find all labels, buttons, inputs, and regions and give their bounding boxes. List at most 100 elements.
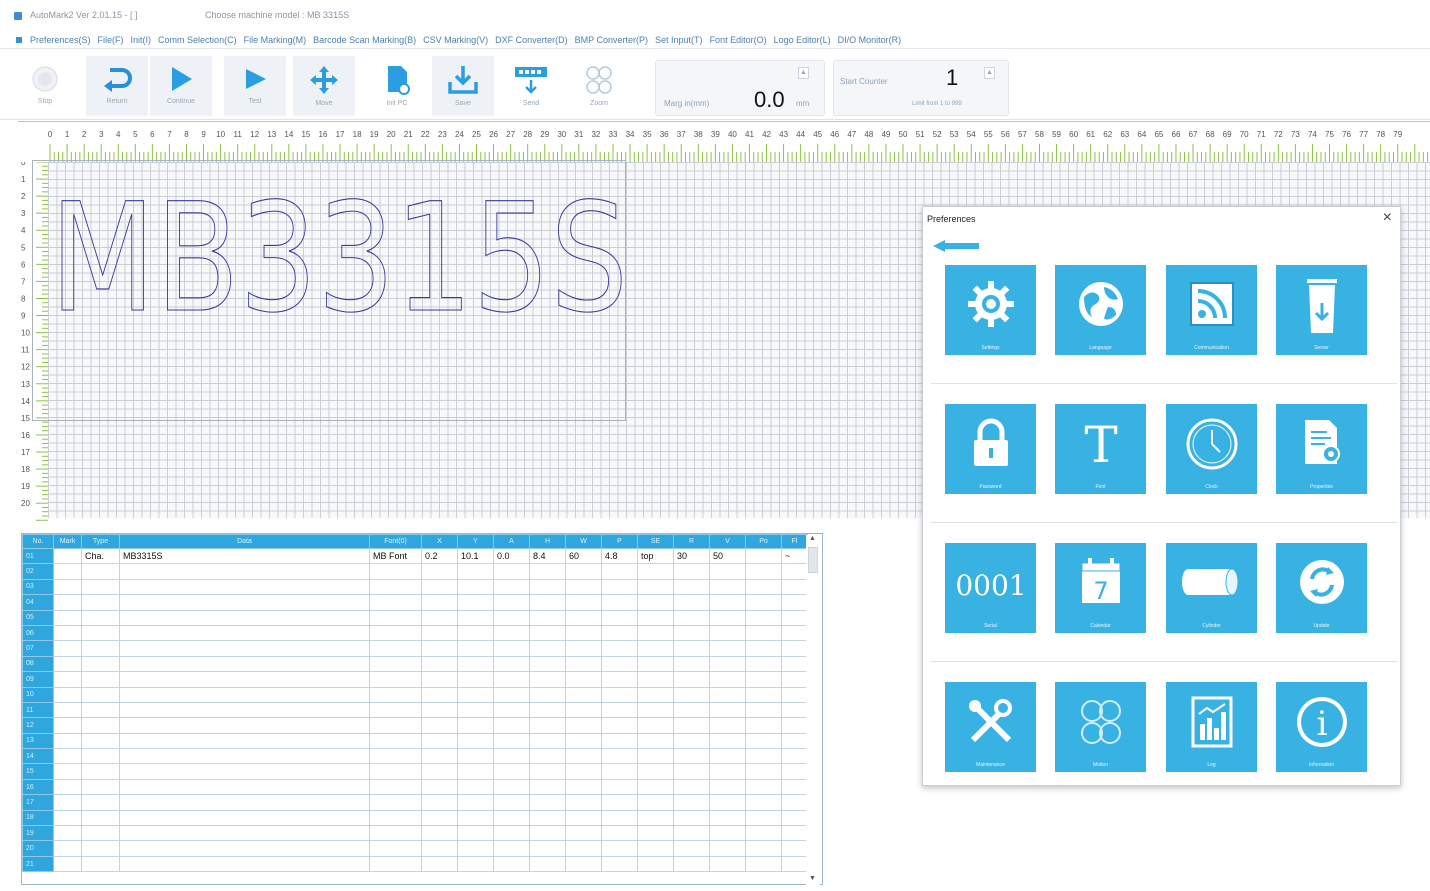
table-cell[interactable] — [493, 825, 530, 842]
table-cell[interactable] — [637, 701, 674, 719]
table-row[interactable]: 01 Cha. MB3315S MB Font 0.2 10.1 0.0 8.4 60 4.8 to… — [22, 547, 808, 565]
column-header[interactable]: SE — [637, 534, 674, 549]
table-cell[interactable] — [745, 701, 782, 719]
table-row[interactable]: 04 — [22, 594, 808, 611]
table-cell[interactable] — [119, 609, 370, 626]
table-cell[interactable] — [81, 855, 120, 873]
table-cell[interactable] — [781, 686, 808, 703]
save-button[interactable]: Save — [432, 56, 494, 116]
table-cell[interactable] — [457, 563, 494, 580]
table-cell[interactable] — [53, 563, 82, 580]
menu-csv-marking[interactable]: CSV Marking(V) — [423, 35, 488, 45]
table-cell[interactable] — [457, 609, 494, 626]
table-cell[interactable] — [119, 763, 370, 780]
table-cell[interactable] — [529, 594, 566, 611]
table-cell[interactable] — [673, 578, 710, 596]
table-cell[interactable] — [637, 624, 674, 642]
close-button[interactable]: × — [1383, 209, 1392, 227]
table-cell[interactable] — [601, 717, 638, 734]
table-cell[interactable] — [457, 763, 494, 780]
table-cell[interactable] — [53, 578, 82, 596]
row-number-cell[interactable]: 01 — [22, 547, 54, 565]
log-tile[interactable]: Log — [1166, 682, 1257, 772]
table-cell[interactable] — [457, 855, 494, 873]
table-cell[interactable] — [565, 840, 602, 857]
table-cell[interactable] — [673, 671, 710, 688]
table-cell[interactable] — [369, 686, 422, 703]
font-tile[interactable]: T Font — [1055, 404, 1146, 494]
table-cell[interactable] — [601, 840, 638, 857]
table-cell[interactable] — [421, 732, 458, 750]
table-cell[interactable] — [119, 655, 370, 673]
table-cell[interactable] — [529, 717, 566, 734]
table-cell[interactable] — [119, 825, 370, 842]
table-cell[interactable] — [81, 794, 120, 811]
table-cell[interactable] — [709, 763, 746, 780]
table-cell[interactable] — [601, 640, 638, 657]
table-row[interactable]: 05 — [22, 609, 808, 626]
table-cell[interactable]: MB3315S — [119, 547, 370, 565]
table-cell[interactable] — [421, 701, 458, 719]
table-cell[interactable] — [709, 778, 746, 796]
menu-preferences[interactable]: Preferences(S) — [16, 35, 91, 45]
menu-comm-selection[interactable]: Comm Selection(C) — [158, 35, 237, 45]
table-cell[interactable] — [369, 732, 422, 750]
table-cell[interactable] — [781, 778, 808, 796]
table-cell[interactable] — [565, 778, 602, 796]
table-cell[interactable] — [369, 825, 422, 842]
table-cell[interactable] — [53, 609, 82, 626]
table-cell[interactable] — [781, 640, 808, 657]
table-cell[interactable] — [709, 840, 746, 857]
table-cell[interactable] — [529, 609, 566, 626]
row-number-cell[interactable]: 05 — [22, 609, 54, 626]
send-button[interactable]: Send — [500, 56, 562, 116]
scroll-up-arrow-icon[interactable]: ▲ — [809, 535, 816, 542]
table-cell[interactable] — [119, 686, 370, 703]
table-cell[interactable] — [565, 578, 602, 596]
clock-tile[interactable]: Clock — [1166, 404, 1257, 494]
table-cell[interactable] — [781, 717, 808, 734]
table-cell[interactable] — [493, 686, 530, 703]
table-cell[interactable] — [81, 840, 120, 857]
table-cell[interactable] — [119, 748, 370, 765]
column-header[interactable]: V — [709, 534, 746, 549]
table-cell[interactable] — [601, 748, 638, 765]
table-cell[interactable] — [781, 594, 808, 611]
counter-stepper[interactable]: ▲ — [984, 67, 995, 79]
table-cell[interactable] — [421, 594, 458, 611]
table-cell[interactable] — [421, 778, 458, 796]
table-cell[interactable] — [53, 594, 82, 611]
column-header[interactable]: Type — [81, 534, 120, 549]
table-cell[interactable] — [637, 794, 674, 811]
table-cell[interactable] — [119, 671, 370, 688]
table-cell[interactable] — [81, 640, 120, 657]
table-row[interactable]: 20 — [22, 840, 808, 857]
table-cell[interactable] — [369, 655, 422, 673]
menu-font-editor[interactable]: Font Editor(O) — [710, 35, 767, 45]
table-cell[interactable] — [421, 717, 458, 734]
table-cell[interactable] — [565, 609, 602, 626]
table-cell[interactable] — [81, 778, 120, 796]
table-cell[interactable] — [529, 563, 566, 580]
table-cell[interactable] — [493, 763, 530, 780]
table-cell[interactable] — [53, 748, 82, 765]
margin-stepper[interactable]: ▲ — [798, 67, 809, 79]
table-cell[interactable] — [745, 840, 782, 857]
table-cell[interactable] — [781, 655, 808, 673]
cylinder-tile[interactable]: Cylinder — [1166, 543, 1257, 633]
row-number-cell[interactable]: 18 — [22, 809, 54, 827]
table-cell[interactable] — [457, 594, 494, 611]
table-cell[interactable] — [673, 594, 710, 611]
table-cell[interactable] — [601, 578, 638, 596]
table-row[interactable]: 09 — [22, 671, 808, 688]
table-cell[interactable] — [369, 840, 422, 857]
table-cell[interactable] — [53, 671, 82, 688]
motion-tile[interactable]: Motion — [1055, 682, 1146, 772]
table-cell[interactable] — [421, 686, 458, 703]
table-cell[interactable] — [637, 640, 674, 657]
table-cell[interactable] — [493, 671, 530, 688]
table-cell[interactable] — [745, 732, 782, 750]
table-cell[interactable] — [781, 825, 808, 842]
table-cell[interactable]: top — [637, 547, 674, 565]
column-header[interactable]: No. — [22, 534, 54, 549]
